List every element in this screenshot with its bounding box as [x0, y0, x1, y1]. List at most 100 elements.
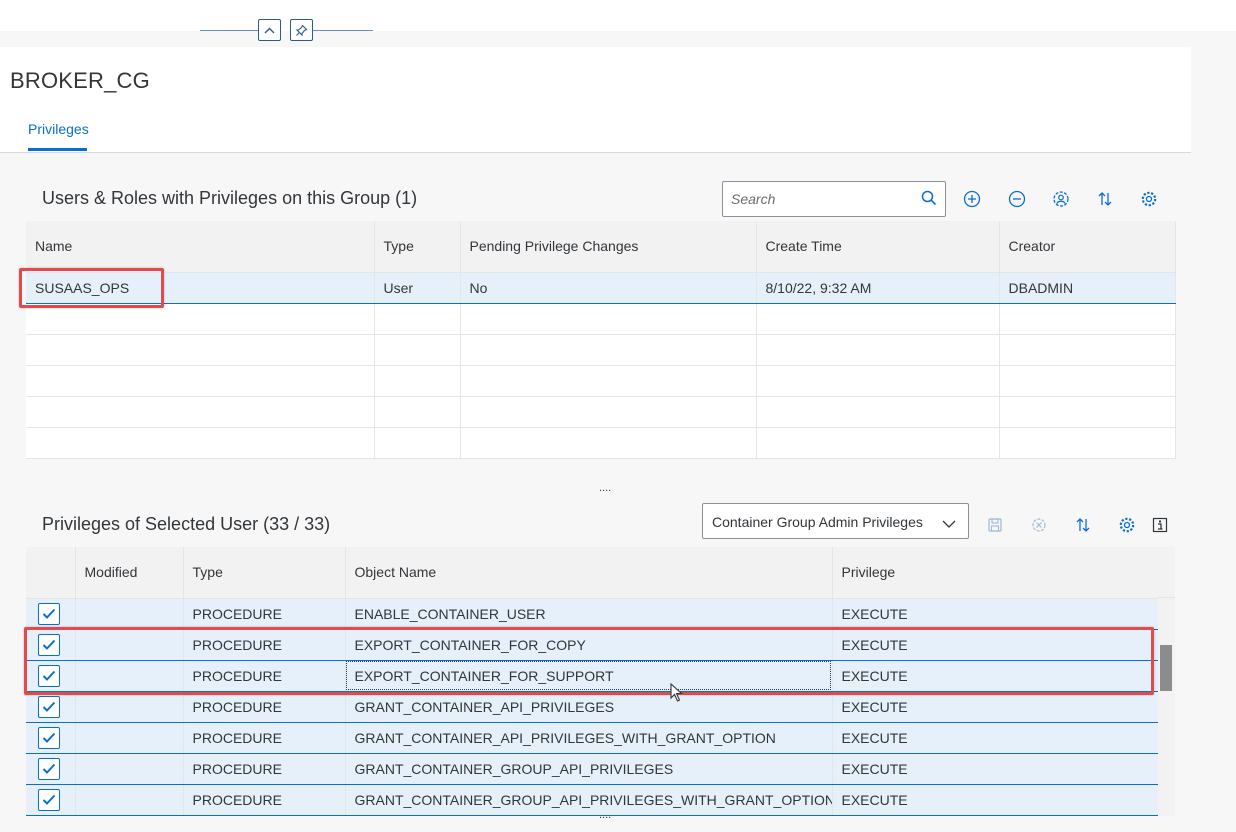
column-header-name[interactable]: Name	[26, 221, 375, 273]
scrollbar-thumb[interactable]	[1160, 645, 1172, 691]
cell-type: PROCEDURE	[183, 598, 346, 630]
cell-modified	[75, 722, 184, 754]
table-row[interactable]: PROCEDURE EXPORT_CONTAINER_FOR_COPY EXECUT…	[26, 629, 1159, 661]
tab-active-indicator	[28, 148, 87, 151]
search-field[interactable]	[722, 181, 946, 217]
chevron-up-icon	[264, 27, 275, 33]
discard-icon[interactable]	[1027, 513, 1051, 537]
cell-object-name: EXPORT_CONTAINER_FOR_COPY	[345, 629, 833, 661]
empty-row	[26, 365, 1176, 397]
pin-icon	[295, 24, 308, 36]
row-checkbox-cell[interactable]	[26, 753, 76, 785]
row-checkbox[interactable]	[38, 602, 60, 625]
resize-handle[interactable]: ....	[599, 809, 611, 821]
settings-icon[interactable]	[1137, 187, 1161, 211]
privilege-type-select[interactable]: Container Group Admin Privileges	[702, 503, 969, 539]
cell-object-name: GRANT_CONTAINER_API_PRIVILEGES	[345, 691, 833, 723]
users-table: Name Type Pending Privilege Changes Crea…	[26, 221, 1176, 459]
cell-type: PROCEDURE	[183, 629, 346, 661]
cell-privilege: EXECUTE	[832, 691, 1159, 723]
column-header-create-time[interactable]: Create Time	[756, 221, 1000, 273]
row-checkbox-cell[interactable]	[26, 629, 76, 661]
cell-pending: No	[460, 272, 757, 304]
cell-modified	[75, 753, 184, 785]
sort-icon[interactable]	[1093, 187, 1117, 211]
search-input[interactable]	[731, 190, 911, 208]
table-row[interactable]: PROCEDURE GRANT_CONTAINER_API_PRIVILEGES_…	[26, 722, 1159, 754]
cell-type: PROCEDURE	[183, 660, 346, 692]
users-section-title: Users & Roles with Privileges on this Gr…	[42, 188, 418, 208]
table-row[interactable]: PROCEDURE GRANT_CONTAINER_GROUP_API_PRIVI…	[26, 784, 1159, 816]
column-header-pending[interactable]: Pending Privilege Changes	[460, 221, 757, 273]
remove-icon[interactable]	[1005, 187, 1029, 211]
mouse-cursor-icon	[670, 682, 684, 708]
row-checkbox[interactable]	[38, 726, 60, 749]
cell-type: PROCEDURE	[183, 784, 346, 816]
search-icon[interactable]	[921, 190, 937, 211]
user-settings-icon[interactable]	[1049, 187, 1073, 211]
privileges-section-title: Privileges of Selected User (33 / 33)	[42, 514, 331, 534]
row-checkbox[interactable]	[38, 788, 60, 811]
row-checkbox-cell[interactable]	[26, 660, 76, 692]
settings-icon[interactable]	[1115, 513, 1139, 537]
cell-modified	[75, 691, 184, 723]
privilege-type-value: Container Group Admin Privileges	[712, 514, 923, 530]
table-row[interactable]: PROCEDURE GRANT_CONTAINER_API_PRIVILEGES E…	[26, 691, 1159, 723]
checkmark-icon	[42, 701, 56, 712]
row-checkbox-cell[interactable]	[26, 691, 76, 723]
cell-type: PROCEDURE	[183, 753, 346, 785]
cell-privilege: EXECUTE	[832, 784, 1159, 816]
cell-create-time: 8/10/22, 9:32 AM	[756, 272, 1000, 304]
table-row[interactable]: PROCEDURE EXPORT_CONTAINER_FOR_SUPPORT EXE…	[26, 660, 1159, 692]
column-header-modified[interactable]: Modified	[75, 547, 184, 599]
column-header-type[interactable]: Type	[374, 221, 461, 273]
row-checkbox[interactable]	[38, 757, 60, 780]
empty-row	[26, 334, 1176, 366]
cell-object-name: GRANT_CONTAINER_GROUP_API_PRIVILEGES_WIT…	[345, 784, 833, 816]
tab-privileges[interactable]: Privileges	[28, 121, 89, 137]
resize-handle[interactable]: ....	[599, 482, 611, 494]
cell-type: PROCEDURE	[183, 722, 346, 754]
add-icon[interactable]	[960, 187, 984, 211]
cell-modified	[75, 629, 184, 661]
privileges-table: Modified Type Object Name Privilege PROC…	[26, 547, 1159, 816]
vertical-scrollbar[interactable]	[1158, 598, 1175, 816]
table-row[interactable]: SUSAAS_OPS User No 8/10/22, 9:32 AM DBAD…	[26, 272, 1176, 304]
cell-privilege: EXECUTE	[832, 629, 1159, 661]
cell-creator: DBADMIN	[999, 272, 1176, 304]
save-icon[interactable]	[983, 513, 1007, 537]
header-line-left	[200, 30, 258, 31]
pin-header-button[interactable]	[290, 19, 313, 41]
empty-row	[26, 427, 1176, 459]
row-checkbox-cell[interactable]	[26, 598, 76, 630]
chevron-down-icon	[942, 516, 956, 534]
info-icon[interactable]	[1148, 513, 1172, 537]
checkmark-icon	[42, 639, 56, 650]
cell-object-name: EXPORT_CONTAINER_FOR_SUPPORT	[345, 660, 833, 692]
checkmark-icon	[42, 732, 56, 743]
cell-privilege: EXECUTE	[832, 598, 1159, 630]
page-title: BROKER_CG	[10, 68, 150, 93]
sort-icon[interactable]	[1071, 513, 1095, 537]
row-checkbox[interactable]	[38, 695, 60, 718]
cell-modified	[75, 660, 184, 692]
row-checkbox-cell[interactable]	[26, 722, 76, 754]
header-scroll-spacer	[1158, 547, 1175, 598]
cell-modified	[75, 784, 184, 816]
cell-modified	[75, 598, 184, 630]
cell-object-name: GRANT_CONTAINER_API_PRIVILEGES_WITH_GRAN…	[345, 722, 833, 754]
row-checkbox[interactable]	[38, 664, 60, 687]
collapse-header-button[interactable]	[258, 19, 281, 41]
column-header-type[interactable]: Type	[183, 547, 346, 599]
row-checkbox-cell[interactable]	[26, 784, 76, 816]
cell-object-name: ENABLE_CONTAINER_USER	[345, 598, 833, 630]
cell-type: PROCEDURE	[183, 691, 346, 723]
column-header-creator[interactable]: Creator	[999, 221, 1176, 273]
row-checkbox[interactable]	[38, 633, 60, 656]
table-row[interactable]: PROCEDURE GRANT_CONTAINER_GROUP_API_PRIVI…	[26, 753, 1159, 785]
column-header-object-name[interactable]: Object Name	[345, 547, 833, 599]
users-table-header: Name Type Pending Privilege Changes Crea…	[26, 221, 1176, 273]
table-row[interactable]: PROCEDURE ENABLE_CONTAINER_USER EXECUTE	[26, 598, 1159, 630]
column-header-privilege[interactable]: Privilege	[832, 547, 1159, 599]
checkmark-icon	[42, 763, 56, 774]
